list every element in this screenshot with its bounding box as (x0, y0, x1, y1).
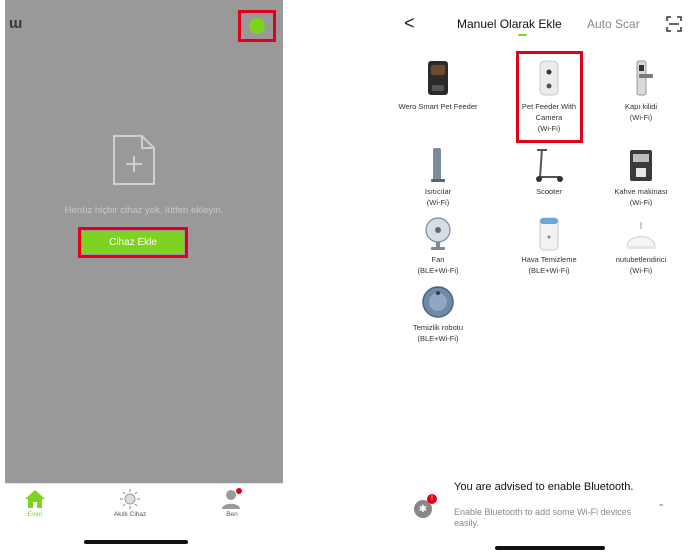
selected-device-highlight (516, 51, 583, 143)
chevron-up-icon[interactable]: ⌃ (657, 503, 665, 514)
left-phone-screen: ɯ Henüz hiçbir cihaz yok, lütfen ekleyin… (5, 0, 283, 553)
home-icon (25, 490, 45, 508)
bluetooth-subtitle: Enable Bluetooth to add some Wi-Fi devic… (454, 507, 632, 528)
device-protocol: (BLE+Wi-Fi) (417, 334, 459, 343)
home-indicator (495, 546, 605, 550)
device-protocol: (Wi-Fi) (426, 198, 450, 207)
tab-auto-scan[interactable]: Auto Scar (587, 17, 640, 31)
fan-icon (425, 217, 451, 250)
bottom-tab-bar: Evim Akıllı Cihaz Ben (5, 483, 283, 528)
device-item-air-purifier[interactable]: Hava Temizleme (BLE+Wi-Fi) (509, 211, 589, 276)
device-item-scooter[interactable]: Scooter (509, 143, 589, 197)
humidifier-icon (626, 222, 656, 249)
device-item-coffee-machine[interactable]: Kahve makinası (Wi-Fi) (601, 143, 681, 208)
device-protocol: (Wi-Fi) (629, 113, 653, 122)
coffee-machine-icon (630, 150, 652, 181)
tab-home[interactable]: Evim (5, 488, 65, 518)
device-item-heaters[interactable]: Isıtıcılar (Wi-Fi) (398, 143, 478, 208)
device-protocol: (BLE+Wi-Fi) (417, 266, 459, 275)
device-name: Temizlik robotu (412, 323, 464, 332)
device-name: Isıtıcılar (424, 187, 452, 196)
bluetooth-title: You are advised to enable Bluetooth. (454, 481, 634, 493)
tab-me-label: Ben (226, 511, 238, 518)
add-device-button[interactable]: Cihaz Ekle (78, 227, 188, 258)
device-item-humidifier[interactable]: nutubetlendirici (Wi-Fi) (601, 211, 681, 276)
device-protocol: (Wi-Fi) (629, 266, 653, 275)
device-protocol: (Wi-Fi) (629, 198, 653, 207)
robot-vacuum-icon (422, 286, 454, 318)
tab-manual-add[interactable]: Manuel Olarak Ekle (457, 17, 562, 31)
add-device-top-button[interactable] (238, 10, 276, 42)
device-name: Hava Temizleme (521, 255, 577, 264)
add-device-label: Cihaz Ekle (82, 231, 184, 254)
bluetooth-prompt-banner[interactable]: ✱ ! You are advised to enable Bluetooth.… (405, 476, 689, 544)
scooter-icon (536, 148, 563, 182)
alert-badge: ! (427, 494, 437, 504)
back-button[interactable]: < (404, 14, 422, 32)
scan-icon[interactable] (666, 16, 682, 32)
device-item-robot-vacuum[interactable]: Temizlik robotu (BLE+Wi-Fi) (398, 279, 478, 344)
device-name: Scooter (536, 187, 562, 196)
heater-icon (431, 148, 445, 182)
active-tab-indicator (518, 34, 527, 36)
tab-smart-devices[interactable]: Akıllı Cihaz (100, 488, 160, 518)
plus-circle-icon (249, 18, 265, 34)
tab-home-label: Evim (27, 511, 43, 518)
app-logo: ɯ (9, 15, 22, 32)
device-name: Wero Smart Pet Feeder (398, 102, 478, 111)
home-empty-screen: ɯ Henüz hiçbir cihaz yok, lütfen ekleyin… (5, 0, 283, 483)
device-name: Kapı kilidi (624, 102, 658, 111)
air-purifier-icon (539, 217, 559, 251)
home-indicator (84, 540, 188, 544)
empty-state-text: Henüz hiçbir cihaz yok, lütfen ekleyin. (64, 205, 224, 216)
person-icon (222, 488, 242, 509)
empty-document-icon (113, 135, 155, 185)
device-item-door-lock[interactable]: Kapı kilidi (Wi-Fi) (601, 58, 681, 123)
right-phone-screen: < Manuel Olarak Ekle Auto Scar Wero Smar… (395, 0, 699, 553)
device-name: Fan (431, 255, 445, 264)
device-item-fan[interactable]: Fan (BLE+Wi-Fi) (398, 211, 478, 276)
sun-icon (120, 489, 140, 509)
device-name: Kahve makinası (614, 187, 668, 196)
screenshot-root: ɯ Henüz hiçbir cihaz yok, lütfen ekleyin… (0, 0, 699, 553)
tab-smart-label: Akıllı Cihaz (113, 511, 147, 518)
tab-me[interactable]: Ben (202, 488, 262, 518)
device-name: nutubetlendirici (615, 255, 667, 264)
pet-feeder-icon (428, 61, 448, 95)
device-protocol: (BLE+Wi-Fi) (528, 266, 570, 275)
door-lock-icon (636, 60, 653, 96)
device-item-wero-pet-feeder[interactable]: Wero Smart Pet Feeder (398, 58, 478, 112)
